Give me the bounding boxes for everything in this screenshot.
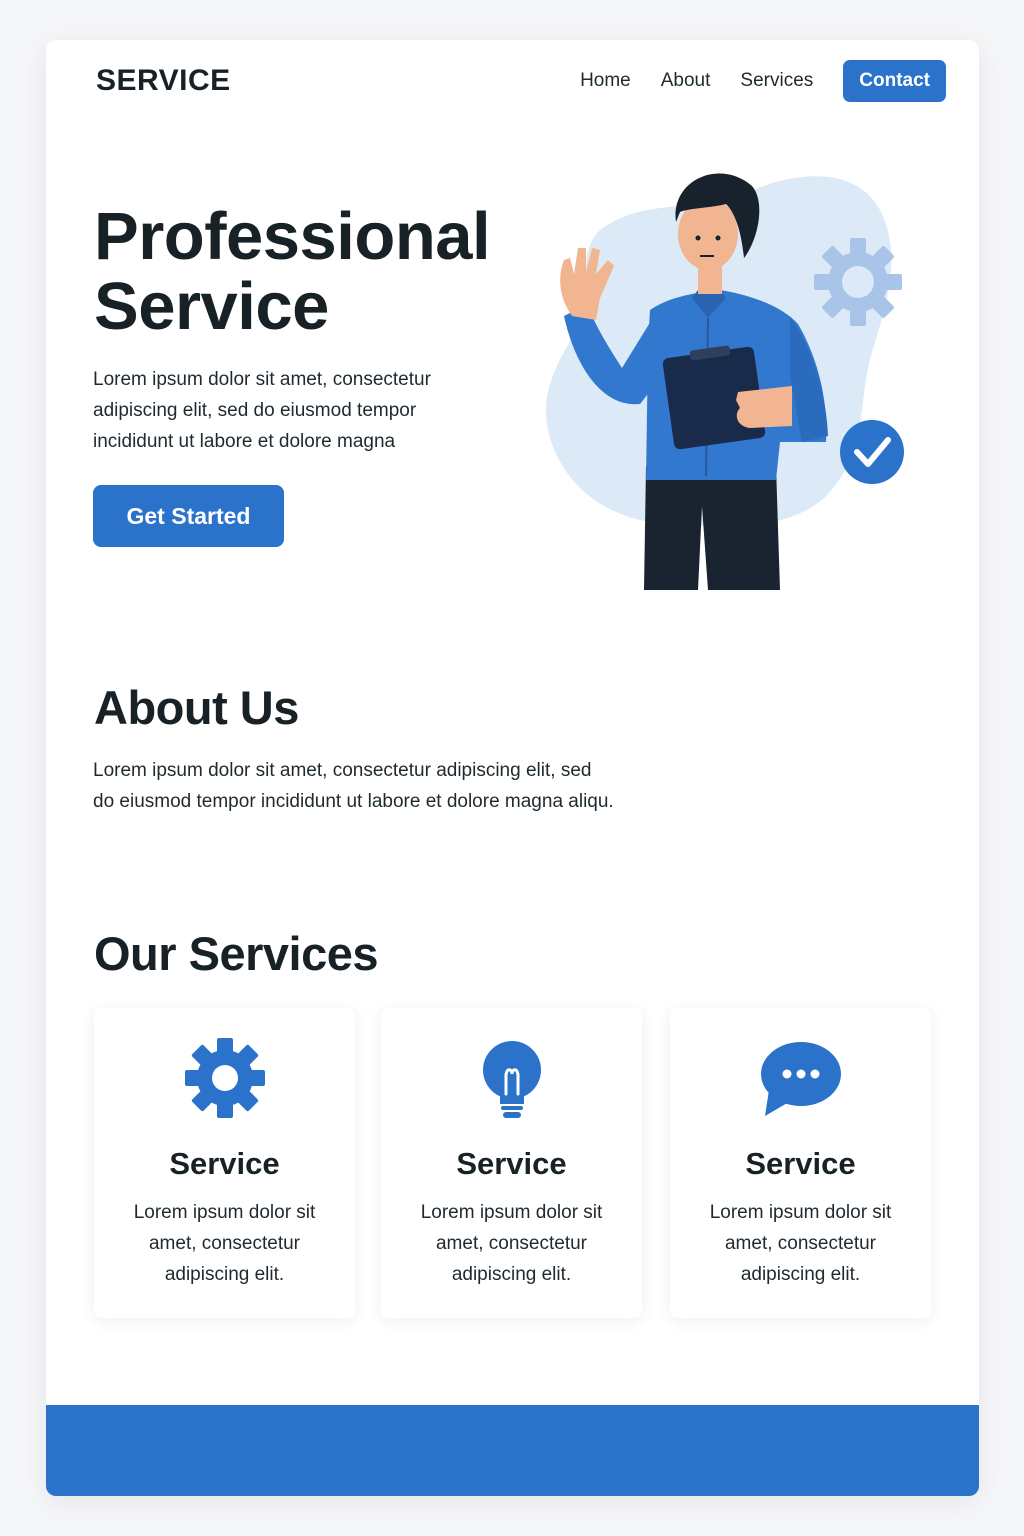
get-started-button[interactable]: Get Started — [93, 485, 284, 547]
service-card-text: Lorem ipsum dolor sit amet, consectetur … — [401, 1197, 622, 1290]
nav-link-home[interactable]: Home — [580, 70, 631, 92]
service-card[interactable]: Service Lorem ipsum dolor sit amet, cons… — [670, 1008, 931, 1318]
about-title: About Us — [94, 681, 299, 734]
site-logo[interactable]: SERVICE — [96, 64, 231, 98]
service-card-text: Lorem ipsum dolor sit amet, consectetur … — [114, 1197, 335, 1290]
service-card[interactable]: Service Lorem ipsum dolor sit amet, cons… — [94, 1008, 355, 1318]
service-card[interactable]: Service Lorem ipsum dolor sit amet, cons… — [381, 1008, 642, 1318]
gear-decoration-icon — [814, 238, 902, 326]
contact-button[interactable]: Contact — [843, 60, 946, 102]
about-description: Lorem ipsum dolor sit amet, consectetur … — [93, 755, 713, 817]
nav-link-services[interactable]: Services — [740, 70, 813, 92]
service-card-title: Service — [456, 1146, 567, 1181]
page-container: SERVICE Home About Services Contact Prof… — [46, 40, 979, 1496]
services-title: Our Services — [94, 927, 379, 980]
hero-title-line-2: Service — [94, 269, 329, 344]
nav-link-about[interactable]: About — [661, 70, 711, 92]
lightbulb-icon — [482, 1041, 541, 1118]
service-card-title: Service — [169, 1146, 280, 1181]
hero-illustration — [545, 173, 904, 590]
gear-icon — [184, 1038, 265, 1118]
chat-bubble-icon — [760, 1042, 841, 1116]
service-card-text-line: adipiscing elit. — [451, 1264, 572, 1285]
hero-title: Professional Service — [94, 199, 491, 344]
about-text-line-1: Lorem ipsum dolor sit amet, consectetur … — [93, 760, 592, 781]
hero-description: Lorem ipsum dolor sit amet, consectetur … — [93, 364, 493, 457]
about-text-line-2: do eiusmod tempor incididunt ut labore e… — [93, 791, 614, 812]
service-card-text-line: Lorem ipsum dolor sit — [133, 1202, 316, 1223]
hero-text-line-1: Lorem ipsum dolor sit amet, consectetur — [93, 369, 431, 390]
hero-text-line-3: incididunt ut labore et dolore magna — [93, 431, 396, 452]
service-card-text-line: amet, consectetur — [435, 1233, 588, 1254]
service-card-text-line: Lorem ipsum dolor sit — [420, 1202, 603, 1223]
hero-text-line-2: adipiscing elit, sed do eiusmod tempor — [93, 400, 417, 421]
service-card-title: Service — [745, 1146, 856, 1181]
service-card-text-line: adipiscing elit. — [164, 1264, 285, 1285]
hero-title-line-1: Professional — [94, 199, 491, 274]
service-card-text: Lorem ipsum dolor sit amet, consectetur … — [690, 1197, 911, 1290]
footer-bar — [46, 1405, 979, 1496]
service-card-text-line: amet, consectetur — [148, 1233, 301, 1254]
service-card-text-line: adipiscing elit. — [740, 1264, 861, 1285]
check-badge-icon — [840, 420, 904, 484]
service-card-text-line: Lorem ipsum dolor sit — [709, 1202, 892, 1223]
services-grid: Service Lorem ipsum dolor sit amet, cons… — [94, 1008, 931, 1318]
service-card-text-line: amet, consectetur — [724, 1233, 877, 1254]
main-nav: Home About Services Contact — [580, 60, 946, 102]
